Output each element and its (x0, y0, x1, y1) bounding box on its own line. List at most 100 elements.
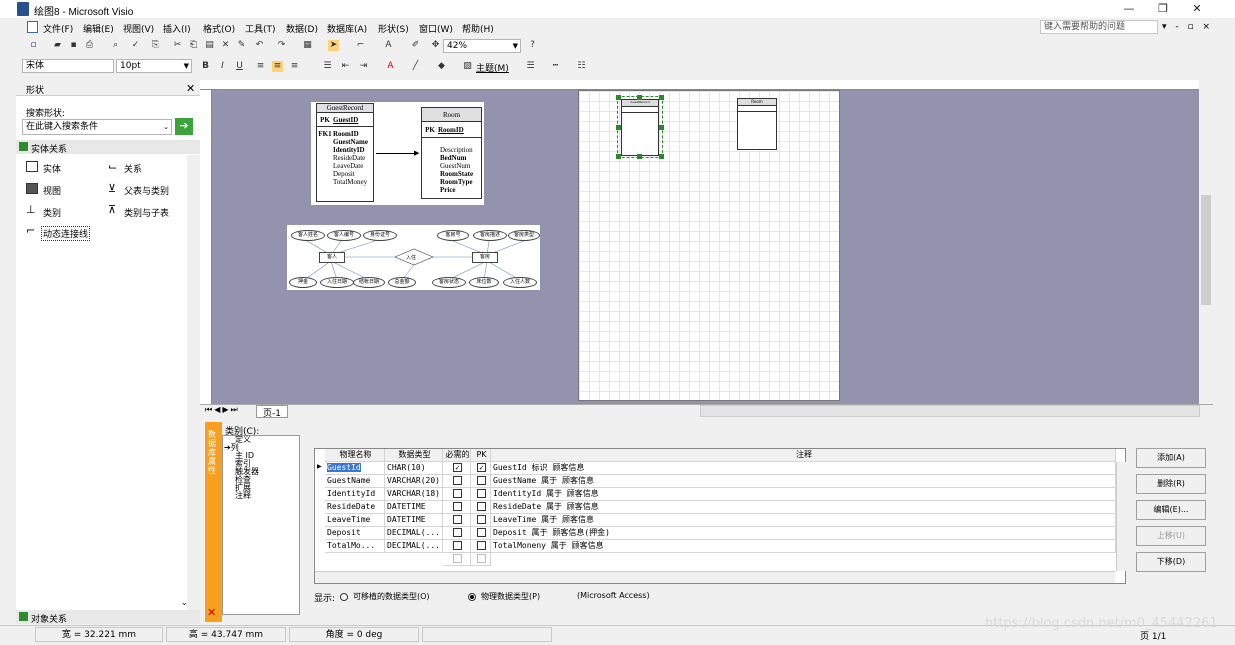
open-icon[interactable]: ▰ (52, 40, 63, 51)
checkbox[interactable] (453, 502, 462, 511)
selection-handle[interactable] (616, 95, 621, 100)
menu-view[interactable]: 视图(V) (123, 22, 154, 35)
stencil-item-relationship[interactable]: 关系 (124, 162, 142, 175)
underline-icon[interactable]: U (234, 61, 245, 72)
column-header-required[interactable]: 必需的 (443, 449, 471, 462)
close-icon[interactable]: ✕ (186, 82, 195, 95)
shapes-scrollbar[interactable] (187, 155, 200, 610)
selection-handle[interactable] (659, 154, 664, 159)
column-header-pk[interactable]: PK (471, 449, 491, 462)
checkbox[interactable] (453, 541, 462, 550)
search-shapes-input[interactable]: 在此键入搜索条件 ⌄ (22, 119, 172, 135)
connector-tool-icon[interactable]: ⌐ (355, 40, 366, 51)
cell-name[interactable]: TotalMo... (325, 540, 385, 553)
tab-page-1[interactable]: 页-1 (256, 405, 288, 419)
bold-icon[interactable]: B (200, 61, 211, 72)
align-right-icon[interactable]: ≡ (289, 61, 300, 72)
font-size-select[interactable]: 10pt ▼ (116, 59, 192, 73)
line-weight-icon[interactable]: ☰ (525, 61, 536, 72)
bullets-icon[interactable]: ☰ (322, 61, 333, 72)
cell-note[interactable]: GuestName 属于 顾客信息 (491, 475, 1116, 488)
format-painter-icon[interactable]: ✎ (236, 40, 247, 51)
cell-type[interactable]: DECIMAL(... (385, 527, 443, 540)
menu-help[interactable]: 帮助(H) (462, 22, 494, 35)
checkbox[interactable] (477, 489, 486, 498)
new-icon[interactable]: ▫ (28, 40, 39, 51)
checkbox[interactable] (477, 515, 486, 524)
radio-physical[interactable] (468, 593, 476, 601)
category-list[interactable]: 定义 ➔列 主 ID 索引 触发器 检查 扩展 注释 (222, 435, 300, 615)
checkbox[interactable] (453, 515, 462, 524)
text-tool-icon[interactable]: A (383, 40, 394, 51)
line-ends-icon[interactable]: ☷ (576, 61, 587, 72)
cell-note[interactable]: Deposit 属于 顾客信息(押金) (491, 527, 1116, 540)
line-pattern-icon[interactable]: ┅ (550, 61, 561, 72)
cell-pk[interactable] (471, 514, 491, 527)
selection-box[interactable] (617, 96, 663, 158)
checkbox[interactable] (477, 476, 486, 485)
grid-horizontal-scrollbar[interactable] (315, 571, 1115, 583)
menu-edit[interactable]: 编辑(E) (83, 22, 114, 35)
cell-name[interactable]: GuestId (325, 462, 385, 475)
page-nav-icons[interactable]: ⏮◀▶⏭ (205, 405, 240, 415)
selection-handle[interactable] (637, 154, 642, 159)
cell-note[interactable]: LeaveTime 属于 顾客信息 (491, 514, 1116, 527)
research-icon[interactable]: ⎘ (150, 40, 161, 51)
selection-handle[interactable] (616, 125, 621, 130)
document-window-controls[interactable]: ▾ - ▫ × (1162, 22, 1213, 32)
grid-vertical-scrollbar[interactable] (1116, 462, 1126, 571)
cell-empty[interactable] (471, 553, 491, 566)
cell-required[interactable] (443, 527, 471, 540)
theme-button[interactable]: 主题(M) (476, 61, 509, 74)
cell-note[interactable]: ResideDate 属于 顾客信息 (491, 501, 1116, 514)
cell-required[interactable]: ✓ (443, 462, 471, 475)
radio-physical-label[interactable]: 物理数据类型(P) (481, 591, 540, 602)
cell-required[interactable] (443, 540, 471, 553)
cell-pk[interactable] (471, 501, 491, 514)
menu-window[interactable]: 窗口(W) (419, 22, 453, 35)
drawing-tools-icon[interactable]: ✐ (410, 40, 421, 51)
cell-pk[interactable] (471, 540, 491, 553)
selection-handle[interactable] (659, 95, 664, 100)
add-column-button[interactable]: 添加(A) (1136, 448, 1206, 468)
align-left-icon[interactable]: ≡ (255, 61, 266, 72)
cell-pk[interactable] (471, 488, 491, 501)
menu-data[interactable]: 数据(D) (286, 22, 318, 35)
cell-required[interactable] (443, 514, 471, 527)
remove-column-button[interactable]: 删除(R) (1136, 474, 1206, 494)
column-header-type[interactable]: 数据类型 (385, 449, 443, 462)
cell-required[interactable] (443, 475, 471, 488)
checkbox[interactable] (453, 489, 462, 498)
cell-name[interactable]: ResideDate (325, 501, 385, 514)
cut-icon[interactable]: ✂ (172, 40, 183, 51)
checkbox[interactable] (453, 554, 462, 563)
stencil-item-category-child[interactable]: 类别与子表 (124, 206, 169, 219)
stencil-item-view[interactable]: 视图 (43, 184, 61, 197)
menu-database[interactable]: 数据库(A) (327, 22, 367, 35)
shapes-icon[interactable]: ▦ (302, 40, 313, 51)
menu-format[interactable]: 格式(O) (203, 22, 235, 35)
restore-button[interactable]: ❐ (1146, 0, 1180, 18)
cell-note[interactable]: TotalMoneny 属于 顾客信息 (491, 540, 1116, 553)
move-down-button[interactable]: 下移(D) (1136, 552, 1206, 572)
theme-icon[interactable]: ▨ (462, 61, 473, 72)
pointer-tool-icon[interactable]: ➤ (328, 40, 339, 51)
checkbox[interactable]: ✓ (453, 463, 462, 472)
edit-column-button[interactable]: 编辑(E)... (1136, 500, 1206, 520)
column-header-name[interactable]: 物理名称 (325, 449, 385, 462)
increase-indent-icon[interactable]: ⇥ (358, 61, 369, 72)
checkbox[interactable] (453, 528, 462, 537)
stencil-item-dynamic-connector[interactable]: 动态连接线 (41, 226, 91, 241)
pan-zoom-icon[interactable]: ✥ (430, 40, 441, 51)
table-diagram-image[interactable]: GuestRecord PK GuestID FK1 RoomID GuestN… (311, 102, 484, 205)
room-table[interactable]: Room PK RoomID Description BedNum GuestN… (421, 107, 482, 199)
cell-type[interactable]: DATETIME (385, 514, 443, 527)
italic-icon[interactable]: I (217, 61, 228, 72)
print-preview-icon[interactable]: ⌕ (110, 40, 121, 51)
menu-tools[interactable]: 工具(T) (245, 22, 276, 35)
cell-name[interactable]: LeaveTime (325, 514, 385, 527)
cell-type[interactable]: CHAR(10) (385, 462, 443, 475)
minimize-button[interactable]: — (1112, 0, 1146, 18)
chevron-down-icon[interactable]: ⌄ (181, 598, 188, 607)
cell-pk[interactable]: ✓ (471, 462, 491, 475)
